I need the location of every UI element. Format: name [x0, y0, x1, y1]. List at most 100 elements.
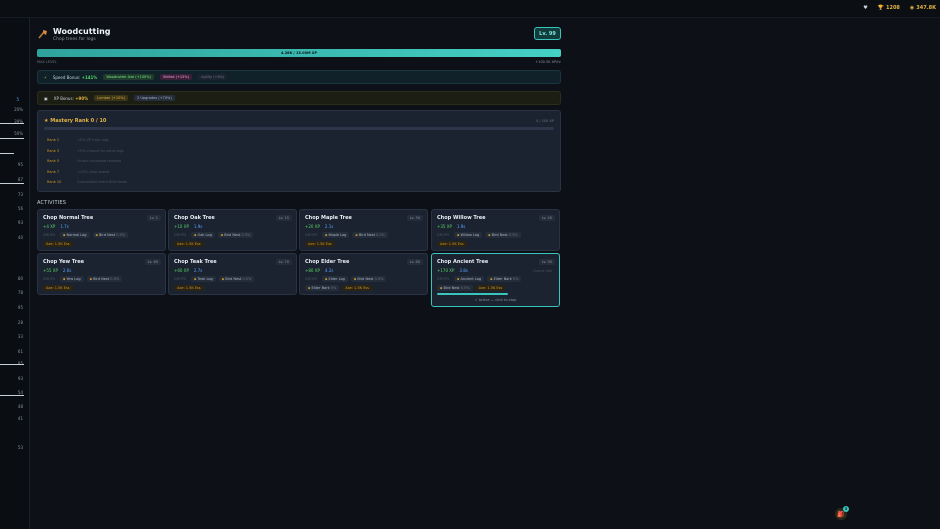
- drop-chip[interactable]: ▪ Bird Nest 0.5%: [218, 276, 255, 282]
- activity-cost: Axe: 1.5K Ess: [342, 285, 372, 291]
- xp-chip-lumber[interactable]: Lumber (+10%): [94, 95, 129, 101]
- sidebar-value: 50%: [14, 131, 23, 136]
- drop-chip[interactable]: ▪ Elder Bark 5%: [487, 276, 522, 282]
- speed-chip-axe[interactable]: Woodcutter Axe (+100%): [103, 74, 154, 80]
- drop-icon: ▪: [325, 233, 328, 237]
- mastery-rank-row: Rank 7 +10% chop speed: [47, 170, 109, 174]
- xp-chip-upgrades[interactable]: 2 Upgrades (+70%): [134, 95, 175, 101]
- activity-cost: Axe: 1.5K Ess: [43, 285, 73, 291]
- activity-cost: Axe: 1.5K Ess: [174, 241, 204, 247]
- speed-chip-skill[interactable]: Skilled (+15%): [159, 74, 193, 80]
- drop-chip[interactable]: ▪ Bird Nest 0.5%: [86, 276, 123, 282]
- activity-name: Chop Maple Tree: [305, 215, 352, 221]
- drop-chip[interactable]: ▪ Maple Log: [322, 232, 350, 238]
- activity-name: Chop Yew Tree: [43, 259, 85, 265]
- activity-name: Chop Elder Tree: [305, 259, 350, 265]
- drop-chip[interactable]: ▪ Elder Log: [322, 276, 348, 282]
- sidebar-value: 5: [16, 97, 19, 102]
- drop-chip[interactable]: ▪ Elder Bark 5%: [305, 285, 340, 291]
- drop-chip[interactable]: ▪ Ancient Log: [454, 276, 485, 282]
- activity-rewards: +10 XP 1.9s: [174, 224, 202, 229]
- drop-chip[interactable]: ▪ Bird Nest 0.5%: [437, 285, 473, 291]
- sidebar-value: 78: [17, 290, 23, 295]
- activity-card[interactable]: Chop Yew Tree Lv. 60 +55 XP 2.6s DROPS ▪ Yew …: [37, 253, 166, 295]
- main-panel: Woodcutting Chop trees for logs Lv. 99 4…: [31, 18, 940, 529]
- drop-name: Bird Nest: [443, 286, 460, 290]
- activity-rewards: +80 XP 4.2s: [305, 268, 333, 273]
- drop-icon: ▪: [490, 277, 493, 281]
- drop-chip[interactable]: ▪ Oak Log: [191, 232, 215, 238]
- sidebar-value: 95: [17, 305, 23, 310]
- mastery-rank-label: Rank 3: [47, 148, 60, 153]
- activity-xp: +55 XP: [43, 268, 58, 273]
- drop-name: Maple Log: [328, 233, 347, 237]
- drop-name: Willow Log: [460, 233, 480, 237]
- xp-rate-label: +100.5K XP/hr: [535, 60, 561, 64]
- drop-name: Bird Nest: [358, 233, 375, 237]
- drop-name: Normal Log: [66, 233, 87, 237]
- activity-drops: DROPS ▪ Normal Log ▪ Bird Nest 0.5%: [43, 232, 129, 238]
- speed-chip-agility[interactable]: Agility (+6%): [198, 74, 228, 80]
- activity-card[interactable]: Chop Normal Tree Lv. 1 +4 XP 1.7s DROPS ▪ Nor…: [37, 209, 166, 251]
- activity-cost: Axe: 1.5K Ess: [305, 241, 335, 247]
- coin-icon: ◉: [909, 5, 915, 11]
- activity-card[interactable]: Chop Maple Tree Lv. 30 +20 XP 2.1s DROPS ▪ Ma…: [299, 209, 428, 251]
- drop-icon: ▪: [488, 233, 491, 237]
- activity-rewards: +60 XP 2.7s: [174, 268, 202, 273]
- sidebar-value: 56: [17, 206, 23, 211]
- mastery-rank-row: Rank 3 +5% chance for extra logs: [47, 149, 124, 153]
- drops-label: DROPS: [437, 233, 450, 237]
- drop-chip[interactable]: ▪ Yew Log: [60, 276, 84, 282]
- coin-stat[interactable]: ◉ 347.8K: [910, 5, 936, 11]
- sidebar-value: 93: [17, 376, 23, 381]
- activity-card[interactable]: Chop Willow Tree Lv. 45 +35 XP 1.9s DROPS ▪ W…: [431, 209, 560, 251]
- activity-card[interactable]: Chop Teak Tree Lv. 70 +60 XP 2.7s DROPS ▪ Tea…: [168, 253, 297, 295]
- heart-stat[interactable]: ♥: [863, 5, 867, 11]
- mastery-rank-row: Rank 5 Unlock Ironwood rewards: [47, 159, 121, 163]
- drop-name: Bird Nest: [93, 277, 110, 281]
- activity-drops: DROPS ▪ Oak Log ▪ Bird Nest 0.5%: [174, 232, 254, 238]
- activity-name: Chop Teak Tree: [174, 259, 217, 265]
- activity-card[interactable]: Chop Ancient Tree Lv. 90 +170 XP 3.8s DROPS ▪…: [431, 253, 560, 307]
- drop-icon: ▪: [440, 286, 443, 290]
- drop-chip[interactable]: ▪ Bird Nest 0.5%: [92, 232, 129, 238]
- trophy-stat[interactable]: 🏆 1208: [878, 5, 900, 11]
- activity-level: Lv. 70: [275, 259, 292, 265]
- drop-chance: 5%: [330, 286, 337, 290]
- drop-chip[interactable]: ▪ Bird Nest 0.5%: [352, 232, 388, 238]
- drop-name: Elder Bark: [493, 277, 512, 281]
- drop-chip[interactable]: ▪ Normal Log: [60, 232, 90, 238]
- drop-name: Teak Log: [197, 277, 213, 281]
- heart-icon: ♥: [863, 5, 868, 11]
- activity-name: Chop Normal Tree: [43, 215, 94, 221]
- sidebar-value: 95: [17, 162, 23, 167]
- drops-label: DROPS: [43, 277, 56, 281]
- drop-chip[interactable]: ▪ Bird Nest 0.5%: [217, 232, 254, 238]
- xp-bonus-bar: ▣ XP Bonus: +90% Lumber (+10%) 2 Upgrade…: [37, 91, 561, 105]
- coin-value: 347.8K: [916, 5, 936, 11]
- drop-chip[interactable]: ▪ Bird Nest 0.5%: [350, 276, 387, 282]
- mastery-panel: ★ Mastery Rank 0 / 10 0 / 100 XP Rank 1 +…: [37, 110, 561, 192]
- drop-icon: ▪: [457, 233, 460, 237]
- mastery-rank-label: Rank 7: [47, 169, 60, 174]
- drop-name: Bird Nest: [491, 233, 508, 237]
- sidebar-value: 33: [17, 334, 23, 339]
- activity-card[interactable]: Chop Elder Tree Lv. 80 +80 XP 4.2s DROPS ▪ El…: [299, 253, 428, 295]
- xp-progress-text: 4.28K / 13.03M XP: [280, 51, 318, 55]
- sidebar-value: 40: [17, 235, 23, 240]
- activity-drops: DROPS ▪ Maple Log ▪ Bird Nest 0.5%: [305, 232, 388, 238]
- drop-name: Elder Log: [328, 277, 345, 281]
- drop-icon: ▪: [194, 233, 197, 237]
- mastery-progress-bar: [44, 127, 554, 130]
- activity-time: 2.1s: [324, 224, 334, 229]
- sidebar-value: 80: [17, 276, 23, 281]
- drop-chip[interactable]: ▪ Bird Nest 0.5%: [485, 232, 521, 238]
- activity-card[interactable]: Chop Oak Tree Lv. 15 +10 XP 1.9s DROPS ▪ Oak …: [168, 209, 297, 251]
- drop-chip[interactable]: ▪ Willow Log: [454, 232, 483, 238]
- activity-name: Chop Willow Tree: [437, 215, 486, 221]
- drop-chip[interactable]: ▪ Teak Log: [191, 276, 216, 282]
- activity-time: 1.9s: [456, 224, 466, 229]
- activity-active-status[interactable]: ✓ Active — click to stop: [432, 298, 559, 302]
- sidebar-divider: [0, 153, 14, 154]
- activity-time: 1.9s: [193, 224, 203, 229]
